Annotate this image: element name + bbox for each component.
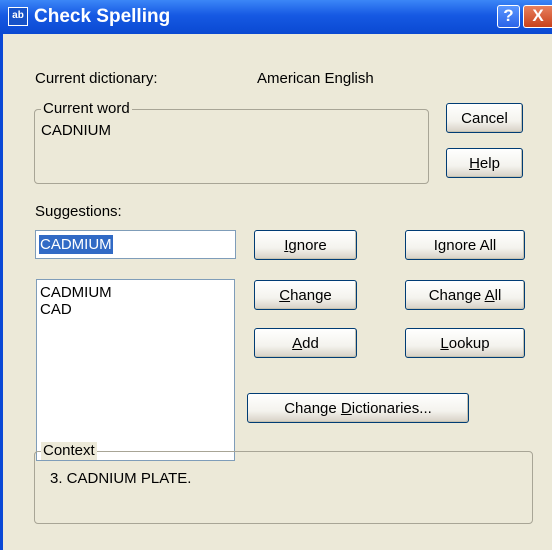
spell-check-icon: ab: [8, 7, 28, 26]
dialog-body: Current dictionary: American English Cur…: [3, 34, 552, 550]
lookup-mnemonic: L: [440, 335, 449, 352]
change-label: hange: [290, 287, 332, 304]
ignore-all-label: nore All: [446, 237, 497, 254]
dictionary-label: Current dictionary:: [35, 70, 158, 87]
cancel-button[interactable]: Cancel: [446, 103, 523, 133]
context-value: 3. CADNIUM PLATE.: [50, 470, 192, 487]
help-button[interactable]: Help: [446, 148, 523, 178]
change-mnemonic: C: [279, 287, 291, 304]
change-dictionaries-mnemonic: D: [340, 400, 352, 417]
close-button[interactable]: X: [523, 5, 552, 28]
list-item[interactable]: CADMIUM: [37, 284, 234, 301]
current-word-group: Current word CADNIUM: [34, 100, 429, 184]
suggestion-input[interactable]: CADMIUM: [35, 230, 236, 259]
help-mnemonic: H: [469, 155, 480, 172]
list-item[interactable]: CAD: [37, 301, 234, 318]
change-dictionaries-pre: Change: [284, 400, 341, 417]
ignore-button[interactable]: Ignore: [254, 230, 357, 260]
add-label: dd: [302, 335, 319, 352]
change-all-label: ll: [494, 287, 502, 304]
change-all-button[interactable]: Change All: [405, 280, 525, 310]
change-dictionaries-button[interactable]: Change Dictionaries...: [247, 393, 469, 423]
check-spelling-window: ab Check Spelling ? X Current dictionary…: [0, 0, 552, 550]
lookup-button[interactable]: Lookup: [405, 328, 525, 358]
change-button[interactable]: Change: [254, 280, 357, 310]
window-title: Check Spelling: [34, 6, 171, 27]
change-all-pre: Change: [428, 287, 485, 304]
suggestions-list[interactable]: CADMIUM CAD: [36, 279, 235, 461]
change-all-mnemonic: A: [484, 287, 495, 304]
suggestion-input-value: CADMIUM: [39, 235, 113, 254]
context-group: Context 3. CADNIUM PLATE.: [34, 442, 533, 524]
ignore-all-button[interactable]: Ignore All: [405, 230, 525, 260]
title-help-button[interactable]: ?: [497, 5, 520, 28]
current-word-legend: Current word: [41, 100, 132, 118]
change-dictionaries-label: ictionaries...: [351, 400, 432, 417]
title-bar[interactable]: ab Check Spelling ? X: [0, 0, 552, 34]
ignore-all-mnemonic: g: [437, 237, 447, 254]
ignore-label: gnore: [288, 237, 327, 254]
dictionary-value: American English: [257, 70, 374, 87]
add-mnemonic: A: [292, 335, 303, 352]
current-word-value: CADNIUM: [41, 122, 111, 139]
help-label: elp: [479, 155, 500, 172]
context-legend: Context: [41, 442, 97, 460]
suggestions-label: Suggestions:: [35, 203, 122, 220]
add-button[interactable]: Add: [254, 328, 357, 358]
lookup-label: ookup: [448, 335, 490, 352]
